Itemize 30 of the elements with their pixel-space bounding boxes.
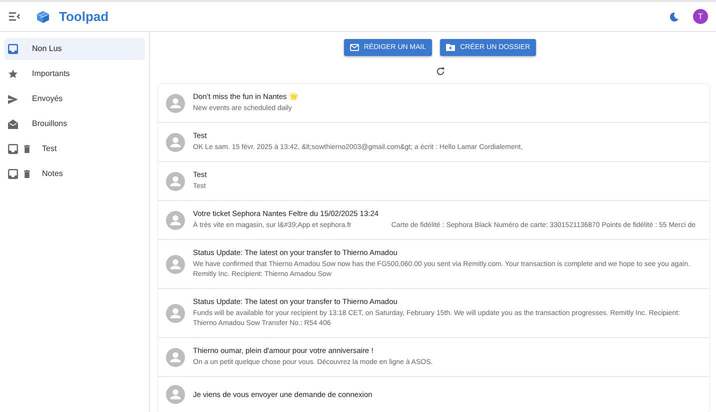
- inbox-icon: [8, 144, 18, 154]
- avatar-icon: [166, 210, 185, 230]
- refresh-icon[interactable]: [436, 67, 444, 76]
- envelope-icon: [350, 44, 359, 51]
- inbox-icon: [8, 44, 18, 54]
- inbox-icon: [8, 169, 18, 179]
- trash-icon[interactable]: [24, 145, 30, 153]
- star-icon: [8, 69, 18, 79]
- app-title: Toolpad: [59, 8, 109, 26]
- sidebar-item[interactable]: Envoyés: [4, 88, 145, 110]
- open-envelope-icon: [8, 119, 18, 129]
- send-icon: [8, 94, 18, 104]
- avatar-icon: [166, 132, 185, 152]
- user-avatar[interactable]: T: [693, 9, 708, 24]
- folder-icon: [446, 44, 456, 51]
- avatar-icon: [166, 172, 185, 190]
- cube-logo-icon: [36, 10, 50, 24]
- sidebar-item[interactable]: Test: [4, 138, 145, 160]
- sidebar-item[interactable]: Non Lus: [4, 38, 145, 60]
- sidebar-item[interactable]: Importants: [4, 63, 145, 85]
- trash-icon[interactable]: [24, 170, 30, 178]
- avatar-icon: [166, 254, 185, 274]
- moon-icon[interactable]: [669, 12, 679, 22]
- avatar-icon: [166, 385, 185, 404]
- sidebar-item[interactable]: Notes: [4, 163, 145, 185]
- avatar-icon: [166, 94, 185, 112]
- avatar-icon: [166, 348, 185, 366]
- sidebar-item[interactable]: Brouillons: [4, 113, 145, 135]
- avatar-icon: [166, 304, 185, 322]
- menu-collapse-icon[interactable]: [9, 12, 20, 21]
